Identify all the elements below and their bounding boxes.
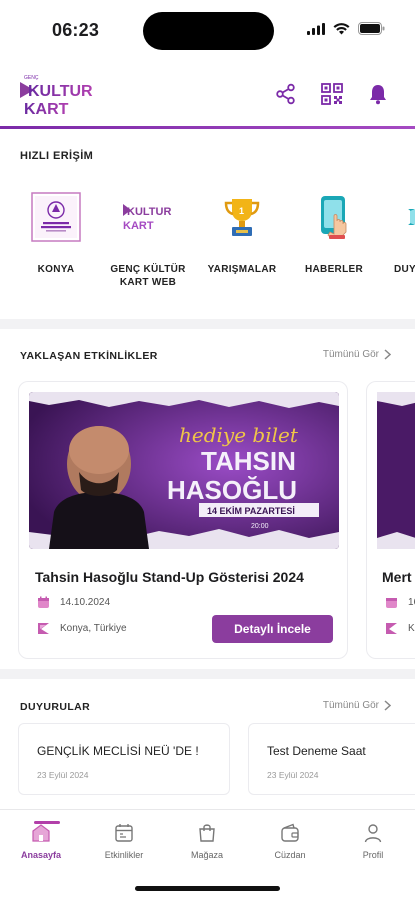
see-all-label: Tümünü Gör (322, 349, 379, 360)
nav-item-home[interactable]: Anasayfa (6, 821, 76, 860)
quick-item-haberler[interactable]: HABERLER (294, 189, 374, 276)
user-icon (364, 824, 382, 843)
status-icons (307, 22, 385, 35)
announcements-section: DUYURULAR Tümünü Gör GENÇLİK MECLİSİ NEÜ… (0, 679, 415, 809)
banner-name1: TAHSIN (201, 446, 296, 476)
quick-item-label: YARIŞMALAR (207, 264, 277, 275)
event-banner-image (377, 392, 415, 549)
nav-label: Profil (362, 850, 384, 860)
chevron-right-icon (384, 349, 391, 360)
home-indicator-bar (135, 886, 280, 891)
event-title: Mert (382, 569, 412, 585)
quick-item-yarismalar[interactable]: 1 YARIŞMALAR (202, 189, 282, 276)
nav-label: Cüzdan (274, 850, 306, 860)
quick-access-section: HIZLI ERİŞİM KONYA KULTUR KART GENÇ KÜLTÜ… (0, 129, 415, 319)
quick-access-title: HIZLI ERİŞİM (20, 150, 94, 162)
nav-item-store[interactable]: Mağaza (172, 822, 242, 860)
event-date: 16 (408, 597, 415, 608)
phone-tap-icon (306, 189, 362, 245)
location-pin-icon (38, 623, 49, 634)
logo-line1: KULTUR (28, 83, 93, 100)
shopping-bag-icon (199, 824, 215, 842)
dynamic-island (143, 12, 274, 50)
quick-item-label: KONYA (37, 264, 75, 275)
banner-hour: 20:00 (251, 523, 269, 530)
announcement-title: GENÇLİK MECLİSİ NEÜ 'DE ! (37, 744, 199, 758)
event-location-row: Ko (385, 622, 415, 635)
konya-municipality-logo (28, 189, 84, 245)
event-banner-image: hediye bilet TAHSIN HASOĞLU 14 EKİM PAZA… (29, 392, 339, 549)
announcement-icon (380, 189, 415, 245)
calendar-icon (115, 824, 133, 842)
home-icon (32, 824, 50, 842)
status-bar: 06:23 (0, 0, 415, 58)
quick-access-list: KONYA KULTUR KART GENÇ KÜLTÜR KART WEB 1 … (0, 189, 415, 309)
nav-label: Mağaza (190, 850, 224, 860)
bell-icon[interactable] (367, 83, 389, 105)
upcoming-events-section: YAKLAŞAN ETKİNLİKLER Tümünü Gör hediye b… (0, 329, 415, 669)
event-location: Konya, Türkiye (60, 623, 127, 634)
genc-kultur-kart-logo: KULTUR KART (120, 189, 176, 245)
announcements-title: DUYURULAR (20, 701, 91, 713)
quick-item-duyurular[interactable]: DUY (380, 189, 415, 276)
event-location-row: Konya, Türkiye (37, 622, 127, 635)
bottom-navigation: Anasayfa Etkinlikler Mağaza Cüzdan Profi… (0, 809, 415, 900)
chevron-right-icon (384, 700, 391, 711)
calendar-icon (386, 598, 397, 608)
banner-script-text: hediye bilet (179, 423, 299, 447)
quick-logo-line1: KULTUR (127, 206, 171, 218)
logo-top-text: GENÇ (24, 75, 39, 81)
announcement-date: 23 Eylül 2024 (37, 770, 89, 780)
quick-item-label: GENÇ KÜLTÜR KART WEB (110, 264, 186, 288)
banner-day: 14 EKİM PAZARTESİ (207, 506, 295, 516)
nav-label: Etkinlikler (104, 850, 144, 860)
active-tab-indicator (34, 821, 60, 824)
nav-item-events[interactable]: Etkinlikler (89, 822, 159, 860)
location-pin-icon (386, 623, 397, 634)
event-date-row: 14.10.2024 (37, 596, 110, 609)
announcement-card[interactable]: GENÇLİK MECLİSİ NEÜ 'DE ! 23 Eylül 2024 (18, 723, 230, 795)
nav-item-wallet[interactable]: Cüzdan (255, 822, 325, 860)
status-time: 06:23 (52, 20, 100, 40)
logo-line2: KART (24, 101, 69, 118)
quick-logo-line2: KART (123, 220, 154, 232)
battery-icon (358, 22, 385, 35)
event-date: 14.10.2024 (60, 597, 111, 608)
app-screen: 06:23 GENÇ KULTUR KART HIZLI ERİŞİM KONY… (0, 0, 415, 900)
svg-text:1: 1 (239, 206, 244, 216)
events-see-all-link[interactable]: Tümünü Gör (323, 349, 391, 360)
event-card[interactable]: Mert 16 Ko (366, 381, 415, 659)
event-title: Tahsin Hasoğlu Stand-Up Gösterisi 2024 (35, 569, 304, 585)
event-location: Ko (408, 623, 415, 634)
app-header: GENÇ KULTUR KART (0, 58, 415, 128)
genc-kultur-kart-logo[interactable]: GENÇ KULTUR KART (20, 72, 100, 118)
event-date-row: 16 (385, 596, 415, 609)
trophy-icon: 1 (214, 189, 270, 245)
events-title: YAKLAŞAN ETKİNLİKLER (20, 350, 158, 362)
announcement-card[interactable]: Test Deneme Saat 23 Eylül 2024 (248, 723, 415, 795)
wallet-icon (281, 823, 299, 842)
wifi-icon (333, 22, 350, 34)
header-actions (275, 83, 389, 105)
event-detail-button[interactable]: Detaylı İncele (212, 615, 333, 643)
quick-item-kultur-kart-web[interactable]: KULTUR KART GENÇ KÜLTÜR KART WEB (108, 189, 188, 289)
event-card[interactable]: hediye bilet TAHSIN HASOĞLU 14 EKİM PAZA… (18, 381, 348, 659)
quick-item-label: DUY (394, 264, 415, 275)
nav-label: Anasayfa (20, 850, 62, 860)
quick-item-konya[interactable]: KONYA (16, 189, 96, 276)
announcement-title: Test Deneme Saat (267, 744, 366, 758)
announcements-see-all-link[interactable]: Tümünü Gör (323, 700, 391, 711)
see-all-label: Tümünü Gör (322, 700, 379, 711)
share-icon[interactable] (275, 83, 297, 105)
announcement-date: 23 Eylül 2024 (267, 770, 319, 780)
qr-code-icon[interactable] (321, 83, 343, 105)
calendar-icon (38, 596, 49, 608)
nav-item-profile[interactable]: Profil (338, 822, 408, 860)
banner-name2: HASOĞLU (167, 475, 297, 505)
quick-item-label: HABERLER (305, 264, 363, 275)
signal-icon (307, 22, 325, 35)
